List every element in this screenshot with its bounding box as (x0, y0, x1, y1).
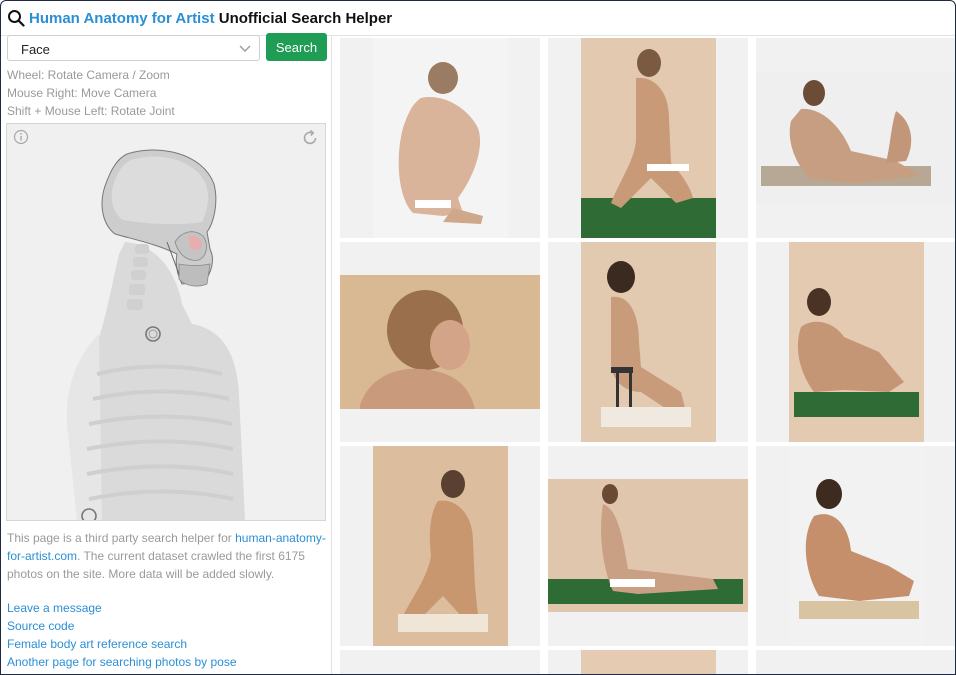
about-text: This page is a third party search helper… (7, 529, 327, 583)
search-button[interactable]: Search (266, 33, 327, 61)
pose-search-link[interactable]: Another page for searching photos by pos… (7, 655, 237, 669)
body-part-select[interactable]: Face (7, 35, 260, 61)
photo-image (373, 446, 508, 646)
selected-body-part: Face (21, 42, 50, 57)
search-icon (8, 10, 25, 27)
chevron-down-icon (239, 45, 251, 52)
skeleton-3d-viewer[interactable] (6, 123, 326, 521)
about-prefix: This page is a third party search helper… (7, 531, 236, 545)
control-panel: Face Search Wheel: Rotate Camera / Zoom … (1, 33, 332, 674)
leave-message-link[interactable]: Leave a message (7, 601, 102, 615)
source-code-link[interactable]: Source code (7, 619, 74, 633)
result-photo[interactable] (340, 446, 540, 646)
header: Human Anatomy for Artist Unofficial Sear… (1, 1, 955, 36)
photo-image (789, 242, 924, 442)
result-photo[interactable] (756, 650, 955, 674)
brand-name: Human Anatomy for Artist (29, 9, 215, 27)
skeleton-model[interactable] (7, 124, 325, 520)
result-photo[interactable] (756, 242, 955, 442)
photo-image (340, 275, 540, 409)
photo-image (581, 650, 716, 674)
page-title: Human Anatomy for Artist Unofficial Sear… (29, 10, 392, 27)
result-photo[interactable] (340, 38, 540, 238)
result-photo[interactable] (756, 38, 955, 238)
hint-rotate-camera: Wheel: Rotate Camera / Zoom (7, 68, 170, 82)
photo-image (373, 38, 508, 238)
result-photo[interactable] (548, 242, 748, 442)
app-window: Human Anatomy for Artist Unofficial Sear… (0, 0, 956, 675)
result-photo[interactable] (340, 242, 540, 442)
photo-image (548, 479, 748, 612)
result-photo[interactable] (548, 650, 748, 674)
photo-image (581, 38, 716, 238)
female-reference-link[interactable]: Female body art reference search (7, 637, 187, 651)
hint-rotate-joint: Shift + Mouse Left: Rotate Joint (7, 104, 175, 118)
result-photo[interactable] (548, 38, 748, 238)
result-photo[interactable] (756, 446, 955, 646)
result-photo[interactable] (548, 446, 748, 646)
results-grid (332, 35, 955, 674)
photo-image (756, 71, 955, 204)
photo-image (789, 446, 924, 646)
hint-move-camera: Mouse Right: Move Camera (7, 86, 157, 100)
photo-image (581, 242, 716, 442)
title-suffix: Unofficial Search Helper (214, 9, 393, 27)
rotate-reset-icon[interactable] (301, 129, 319, 147)
result-photo[interactable] (340, 650, 540, 674)
info-icon[interactable] (13, 129, 29, 145)
